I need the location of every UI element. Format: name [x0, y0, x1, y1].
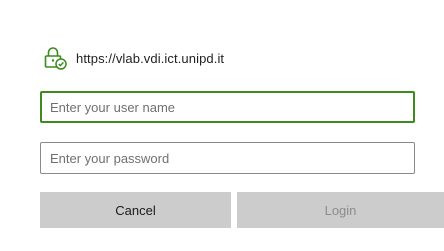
cancel-button[interactable]: Cancel [40, 192, 231, 228]
site-url: https://vlab.vdi.ict.unipd.it [76, 50, 225, 66]
password-input[interactable] [40, 142, 415, 174]
login-dialog: https://vlab.vdi.ict.unipd.it Cancel Log… [0, 0, 444, 251]
secure-lock-check-icon [42, 45, 68, 71]
site-identity: https://vlab.vdi.ict.unipd.it [42, 45, 224, 71]
username-input[interactable] [40, 91, 415, 123]
login-button[interactable]: Login [237, 192, 444, 228]
